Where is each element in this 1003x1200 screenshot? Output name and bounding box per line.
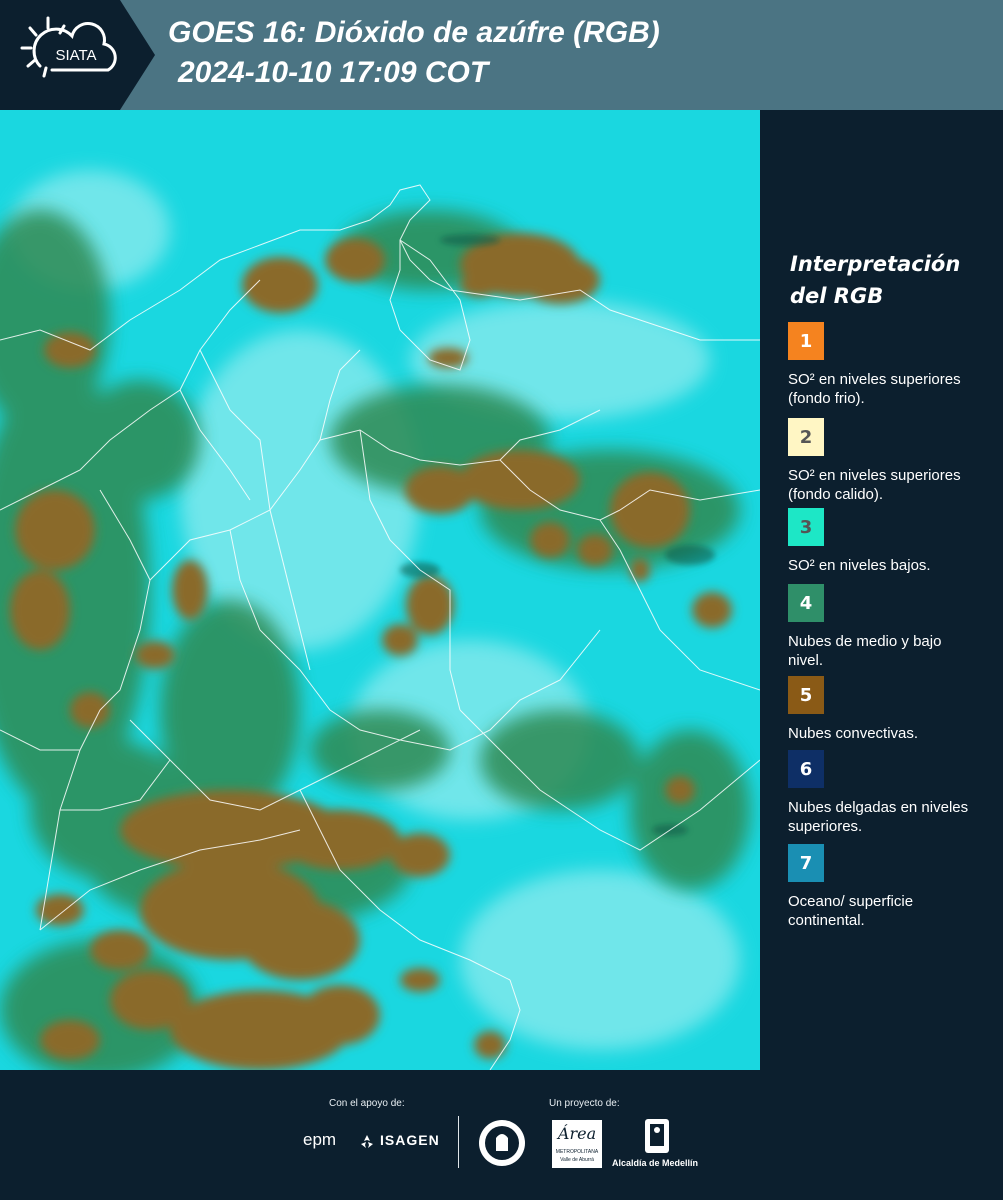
project-label: Un proyecto de: [549,1098,620,1109]
legend-swatch-5: 5 [788,676,824,714]
legend-label-4: Nubes de medio y bajo nivel. [788,633,942,669]
legend-label-2: SO² en niveles superiores (fondo calido)… [788,467,961,503]
page-title: GOES 16: Dióxido de azúfre (RGB) [168,16,660,49]
siata-seal-icon [479,1120,525,1166]
footer-divider [458,1116,459,1168]
legend-label-7: Oceano/ superficie continental. [788,893,914,929]
area-subtitle: METROPOLITANA [555,1149,599,1155]
svg-text:SIATA: SIATA [55,47,96,64]
legend-swatch-2: 2 [788,418,824,456]
legend-item-6: 6 Nubes delgadas en niveles superiores. [788,750,978,836]
legend-swatch-1: 1 [788,322,824,360]
header: SIATA GOES 16: Dióxido de azúfre (RGB) 2… [0,0,1003,110]
legend-swatch-6: 6 [788,750,824,788]
legend-title: Interpretación del RGB [790,252,961,308]
legend-panel: Interpretación del RGB 1 SO² en niveles … [760,110,1003,1070]
alcaldia-label: Alcaldía de Medellín [612,1158,699,1168]
legend-swatch-7: 7 [788,844,824,882]
legend-item-7: 7 Oceano/ superficie continental. [788,844,978,930]
timestamp: 2024-10-10 17:09 COT [178,56,489,89]
legend-label-5: Nubes convectivas. [788,725,919,742]
siata-logo: SIATA [0,0,155,110]
legend-item-2: 2 SO² en niveles superiores (fondo calid… [788,418,978,504]
legend-item-5: 5 Nubes convectivas. [788,676,978,743]
isagen-icon [361,1135,373,1148]
legend-item-4: 4 Nubes de medio y bajo nivel. [788,584,978,670]
area-name: Área [557,1124,597,1143]
legend-label-1: SO² en niveles superiores (fondo frio). [788,371,961,407]
satellite-map[interactable] [0,110,760,1070]
support-label: Con el apoyo de: [329,1098,405,1109]
map-graphic [0,110,760,1070]
legend-item-3: 3 SO² en niveles bajos. [788,508,978,575]
legend-swatch-4: 4 [788,584,824,622]
area-subtitle-2: Valle de Aburrá [560,1157,594,1163]
legend-swatch-3: 3 [788,508,824,546]
epm-logo: epm [303,1130,337,1149]
legend-label-3: SO² en niveles bajos. [788,557,931,574]
legend-item-1: 1 SO² en niveles superiores (fondo frio)… [788,322,978,408]
legend-label-6: Nubes delgadas en niveles superiores. [788,799,969,835]
isagen-logo: ISAGEN [380,1132,440,1148]
footer: Con el apoyo de: Un proyecto de: epm ISA… [0,1070,1003,1200]
medellin-crest-icon [645,1119,669,1153]
